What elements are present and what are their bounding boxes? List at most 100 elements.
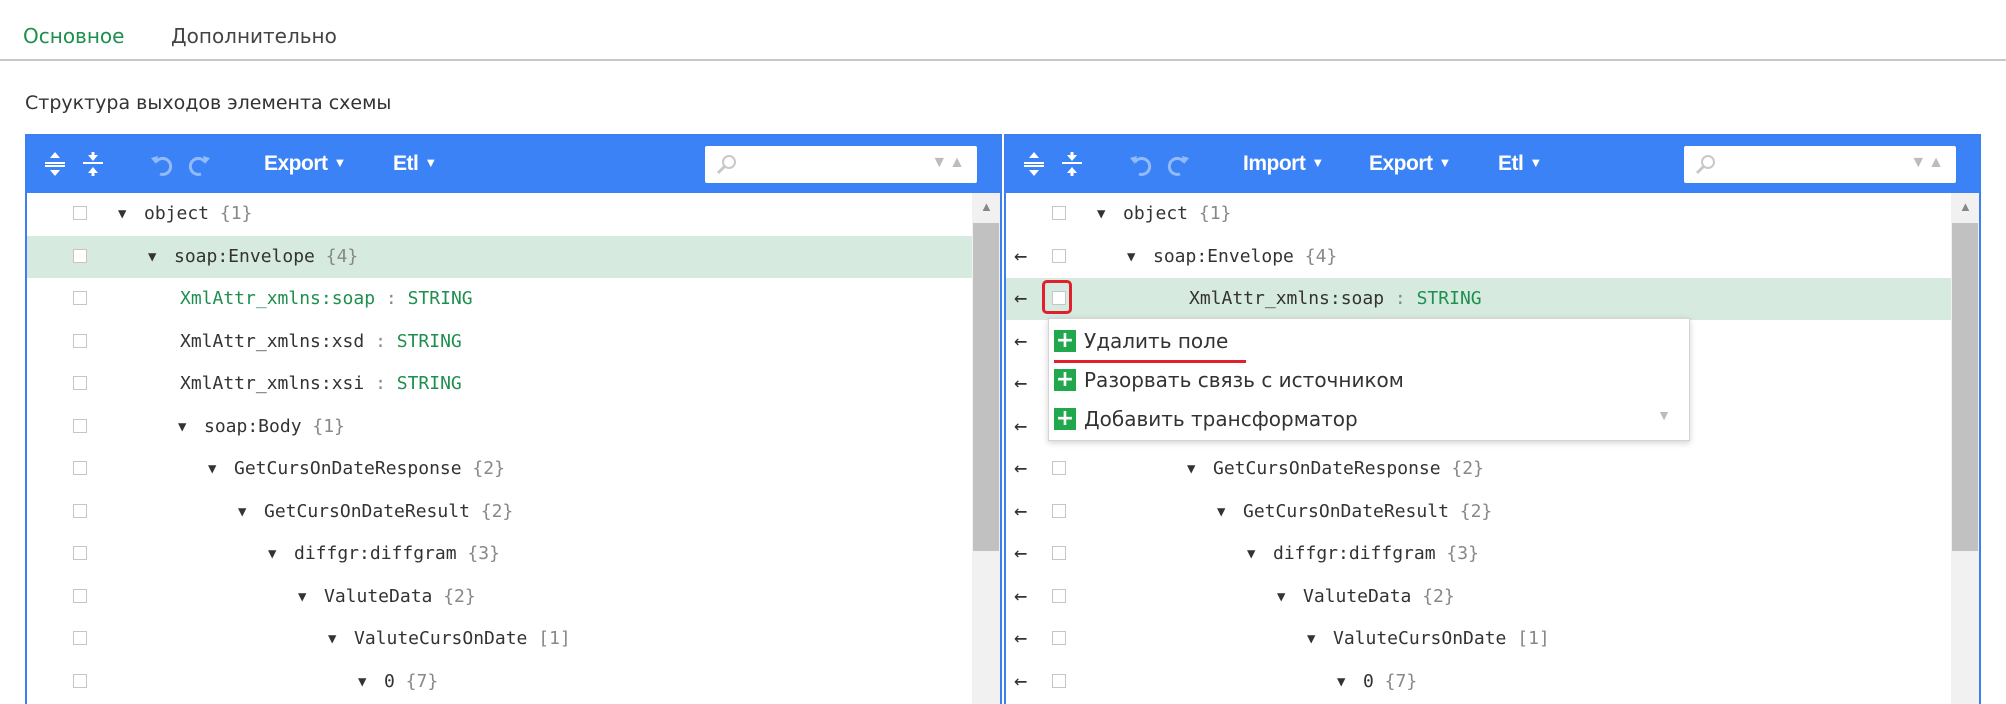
expand-toggle-icon[interactable]: ▼: [148, 249, 156, 265]
tree-node-label[interactable]: diffgr:diffgram {3}: [294, 543, 500, 564]
row-checkbox[interactable]: [73, 291, 87, 305]
expand-toggle-icon[interactable]: ▼: [178, 419, 186, 435]
tree-node-label[interactable]: ValuteCursOnDate [1]: [1333, 628, 1550, 649]
row-checkbox[interactable]: [73, 333, 87, 348]
tree-node-label[interactable]: 0 {7}: [1363, 671, 1417, 692]
row-checkbox[interactable]: [1052, 248, 1066, 263]
expand-all-icon[interactable]: [41, 150, 69, 178]
tree-row[interactable]: ▼ ValuteCursOnDate [1]: [27, 618, 972, 660]
link-arrow-icon[interactable]: ←: [1014, 584, 1027, 609]
link-arrow-icon[interactable]: ←: [1014, 414, 1027, 439]
link-arrow-icon[interactable]: ←: [1014, 286, 1027, 311]
undo-icon[interactable]: [1127, 150, 1155, 178]
expand-toggle-icon[interactable]: ▼: [328, 631, 336, 647]
scroll-up-icon[interactable]: ▲: [980, 199, 993, 214]
row-checkbox[interactable]: [73, 418, 87, 433]
tree-row[interactable]: ▼ GetCursOnDateResult {2}: [27, 491, 972, 533]
expand-toggle-icon[interactable]: ▼: [1127, 249, 1135, 265]
tree-node-label[interactable]: object {1}: [144, 203, 252, 224]
link-arrow-icon[interactable]: ←: [1014, 244, 1027, 269]
tree-node-label[interactable]: ValuteData {2}: [1303, 586, 1455, 607]
redo-icon[interactable]: [185, 150, 213, 178]
tree-row[interactable]: ▼ 0 {7}: [27, 661, 972, 703]
tree-node-label[interactable]: GetCursOnDateResult {2}: [1243, 501, 1492, 522]
tree-row[interactable]: ← ▼ 0 {7}: [1006, 661, 1951, 703]
undo-icon[interactable]: [148, 150, 176, 178]
tree-row[interactable]: ▼ soap:Body {1}: [27, 406, 972, 448]
tree-node-label[interactable]: XmlAttr_xmlns:xsi : STRING: [180, 373, 462, 394]
tree-row[interactable]: ← ▼ GetCursOnDateResult {2}: [1006, 491, 1951, 533]
row-checkbox[interactable]: [73, 248, 87, 263]
tree-node-label[interactable]: 0 {7}: [384, 671, 438, 692]
tree-row[interactable]: ▼ object {1}: [1006, 193, 1951, 235]
tree-row[interactable]: ▼ soap:Envelope {4}: [27, 235, 972, 278]
redo-icon[interactable]: [1164, 150, 1192, 178]
tree-node-label[interactable]: XmlAttr_xmlns:xsd : STRING: [180, 331, 462, 352]
etl-button[interactable]: Etl ▼: [1498, 152, 1542, 176]
etl-button[interactable]: Etl ▼: [393, 152, 437, 176]
link-arrow-icon[interactable]: ←: [1014, 371, 1027, 396]
expand-toggle-icon[interactable]: ▼: [268, 546, 276, 562]
row-checkbox[interactable]: [73, 206, 87, 220]
expand-toggle-icon[interactable]: ▼: [208, 461, 216, 477]
tree-node-label[interactable]: ValuteData {2}: [324, 586, 476, 607]
tree-row[interactable]: ← ▼ GetCursOnDateResponse {2}: [1006, 448, 1951, 490]
collapse-all-icon[interactable]: [1058, 150, 1086, 178]
tree-node-label[interactable]: GetCursOnDateResult {2}: [264, 501, 513, 522]
tab-additional[interactable]: Дополнительно: [171, 24, 337, 48]
tree-row[interactable]: ← XmlAttr_xmlns:soap : STRING: [1006, 278, 1951, 320]
expand-all-icon[interactable]: [1020, 150, 1048, 178]
row-checkbox[interactable]: [1052, 588, 1066, 603]
tree-row[interactable]: XmlAttr_xmlns:xsd : STRING: [27, 321, 972, 363]
scroll-up-icon[interactable]: ▲: [1959, 199, 1972, 214]
link-arrow-icon[interactable]: ←: [1014, 329, 1027, 354]
tree-node-label[interactable]: soap:Envelope {4}: [1153, 246, 1337, 267]
right-search-input[interactable]: [1724, 151, 1898, 179]
left-scrollbar[interactable]: ▲: [972, 193, 1000, 704]
row-checkbox[interactable]: [1052, 206, 1066, 220]
tree-node-label[interactable]: XmlAttr_xmlns:soap : STRING: [180, 288, 473, 309]
link-arrow-icon[interactable]: ←: [1014, 541, 1027, 566]
tree-node-label[interactable]: GetCursOnDateResponse {2}: [234, 458, 505, 479]
scroll-thumb[interactable]: [1952, 223, 1978, 551]
expand-toggle-icon[interactable]: ▼: [1277, 589, 1285, 605]
tree-node-label[interactable]: GetCursOnDateResponse {2}: [1213, 458, 1484, 479]
row-checkbox[interactable]: [73, 673, 87, 688]
tree-node-label[interactable]: XmlAttr_xmlns:soap : STRING: [1189, 288, 1482, 309]
expand-toggle-icon[interactable]: ▼: [298, 589, 306, 605]
right-scrollbar[interactable]: ▲: [1951, 193, 1979, 704]
tree-row[interactable]: ← ▼ soap:Envelope {4}: [1006, 236, 1951, 278]
tree-row[interactable]: ← ▼ ValuteCursOnDate [1]: [1006, 618, 1951, 660]
row-checkbox[interactable]: [1052, 461, 1066, 475]
export-button[interactable]: Export ▼: [264, 152, 346, 176]
row-checkbox[interactable]: [73, 631, 87, 645]
link-arrow-icon[interactable]: ←: [1014, 669, 1027, 694]
expand-toggle-icon[interactable]: ▼: [1187, 461, 1195, 477]
tree-row[interactable]: ▼ GetCursOnDateResponse {2}: [27, 448, 972, 490]
tree-node-label[interactable]: diffgr:diffgram {3}: [1273, 543, 1479, 564]
tree-row[interactable]: XmlAttr_xmlns:xsi : STRING: [27, 363, 972, 405]
tab-main[interactable]: Основное: [23, 24, 124, 48]
row-checkbox[interactable]: [73, 376, 87, 390]
search-nav-arrows-icon[interactable]: ▼▲: [1910, 154, 1946, 172]
expand-toggle-icon[interactable]: ▼: [238, 504, 246, 520]
tree-row[interactable]: ▼ diffgr:diffgram {3}: [27, 533, 972, 575]
expand-toggle-icon[interactable]: ▼: [1307, 631, 1315, 647]
import-button[interactable]: Import ▼: [1243, 152, 1324, 176]
tree-node-label[interactable]: ValuteCursOnDate [1]: [354, 628, 571, 649]
row-checkbox[interactable]: [1052, 546, 1066, 560]
expand-toggle-icon[interactable]: ▼: [1247, 546, 1255, 562]
link-arrow-icon[interactable]: ←: [1014, 456, 1027, 481]
tree-row[interactable]: ← ▼ diffgr:diffgram {3}: [1006, 533, 1951, 575]
row-checkbox[interactable]: [73, 461, 87, 475]
expand-toggle-icon[interactable]: ▼: [358, 674, 366, 690]
export-button[interactable]: Export ▼: [1369, 152, 1451, 176]
tree-node-label[interactable]: soap:Body {1}: [204, 416, 345, 437]
expand-toggle-icon[interactable]: ▼: [1217, 504, 1225, 520]
expand-toggle-icon[interactable]: ▼: [118, 206, 126, 222]
row-checkbox[interactable]: [1052, 503, 1066, 518]
expand-toggle-icon[interactable]: ▼: [1097, 206, 1105, 222]
row-checkbox[interactable]: [73, 588, 87, 603]
tree-node-label[interactable]: soap:Envelope {4}: [174, 246, 358, 267]
tree-row[interactable]: ▼ object {1}: [27, 193, 972, 235]
